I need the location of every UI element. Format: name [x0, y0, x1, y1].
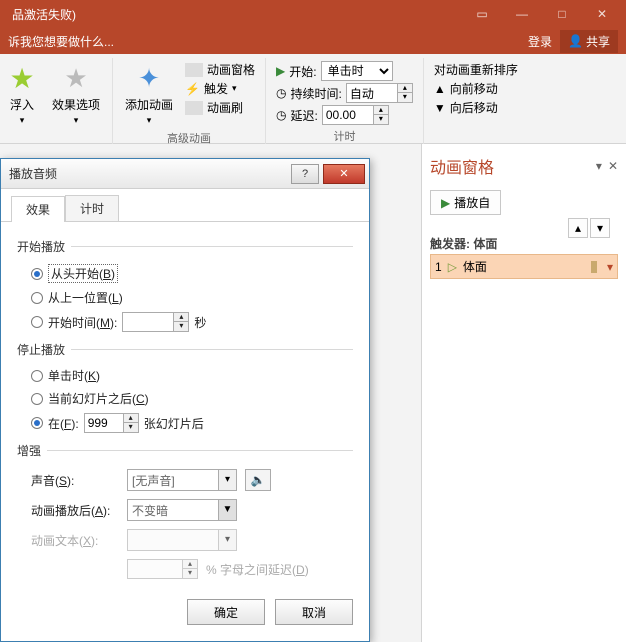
slides-spinner[interactable]: ▴▾	[84, 413, 139, 433]
radio-icon	[31, 370, 43, 382]
app-title-bar: 品激活失败) ▭ — □ ✕	[0, 0, 626, 28]
animation-pane-button[interactable]: 动画窗格	[183, 60, 257, 79]
ribbon-opts-icon[interactable]: ▭	[462, 0, 502, 28]
login-link[interactable]: 登录	[528, 33, 552, 50]
delay-icon: ◷	[276, 108, 286, 122]
speaker-icon: 🔈	[251, 473, 266, 487]
move-forward-button[interactable]: ▲ 向前移动	[432, 79, 520, 98]
dialog-tabs: 效果 计时	[1, 189, 369, 222]
ok-button[interactable]: 确定	[187, 599, 265, 625]
pane-close-icon[interactable]: ✕	[608, 159, 618, 173]
add-animation-button[interactable]: ✦ 添加动画 ▾	[121, 60, 177, 128]
pane-title: 动画窗格	[430, 154, 494, 178]
float-in-icon: ★	[9, 62, 34, 95]
fieldset-stop: 停止播放	[17, 341, 353, 358]
move-back-button[interactable]: ▼ 向后移动	[432, 98, 520, 117]
float-in-button[interactable]: ★ 浮入 ▾	[2, 60, 42, 128]
painter-icon	[185, 101, 203, 115]
sound-label: 声音(S):	[31, 472, 119, 489]
dialog-title-bar[interactable]: 播放音频 ? ✕	[1, 159, 369, 189]
sound-combo[interactable]: ▾	[127, 469, 237, 491]
ribbon-group-animation: ★ 浮入 ▾ ★ 效果选项 ▾	[0, 58, 113, 144]
share-button[interactable]: 👤 共享	[560, 30, 618, 53]
pane-down-button[interactable]: ▾	[590, 218, 610, 238]
tab-timing[interactable]: 计时	[65, 195, 119, 221]
ribbon-group-advanced: ✦ 添加动画 ▾ 动画窗格 ⚡ 触发 ▾ 动画刷 高级动	[113, 58, 266, 144]
anim-pane-icon	[185, 63, 203, 77]
trigger-button[interactable]: ⚡ 触发 ▾	[183, 79, 257, 98]
anim-text-combo: ▾	[127, 529, 237, 551]
start-time-spinner[interactable]: ▴▾	[122, 312, 189, 332]
close-icon[interactable]: ✕	[582, 0, 622, 28]
cancel-button[interactable]: 取消	[275, 599, 353, 625]
tell-me-bar: 诉我您想要做什么... 登录 👤 共享	[0, 28, 626, 54]
share-icon: 👤	[568, 34, 583, 48]
play-icon: ▶	[441, 196, 450, 210]
group-label-timing: 计时	[333, 126, 355, 146]
dialog-title: 播放音频	[9, 165, 291, 182]
minimize-icon[interactable]: —	[502, 0, 542, 28]
up-icon: ▲	[434, 82, 446, 96]
dialog-help-button[interactable]: ?	[291, 164, 319, 184]
start-label: 开始:	[289, 63, 316, 80]
tab-effect[interactable]: 效果	[11, 196, 65, 222]
radio-icon	[31, 292, 43, 304]
pane-opts-icon[interactable]: ▾	[596, 159, 602, 173]
maximize-icon[interactable]: □	[542, 0, 582, 28]
title-text: 品激活失败)	[4, 6, 462, 23]
letter-delay-spinner: ▴▾	[127, 559, 198, 579]
radio-icon	[31, 268, 43, 280]
radio-icon	[31, 316, 43, 328]
animation-pane: 动画窗格 ▾ ✕ ▶ 播放自 ▴ ▾ 触发器: 体面 1 ▷ 体面 ▾	[421, 144, 626, 642]
radio-from-beginning[interactable]: 从头开始(B)	[17, 261, 353, 286]
radio-icon	[31, 417, 43, 429]
pane-item[interactable]: 1 ▷ 体面 ▾	[430, 254, 618, 279]
item-menu-icon[interactable]: ▾	[607, 260, 613, 274]
group-label-advanced: 高级动画	[167, 128, 211, 148]
dropdown-icon: ▾	[20, 115, 25, 126]
ribbon-group-timing: ▶ 开始: 单击时 ◷ 持续时间: ▴▾ ◷ 延迟:	[266, 58, 424, 144]
add-anim-icon: ✦	[138, 63, 160, 94]
animation-painter-button[interactable]: 动画刷	[183, 98, 257, 117]
play-audio-dialog: 播放音频 ? ✕ 效果 计时 开始播放 从头开始(B) 从上一位置(L) 开始时…	[0, 158, 370, 642]
duration-label: 持续时间:	[291, 85, 342, 102]
item-play-icon: ▷	[448, 260, 457, 274]
after-anim-combo[interactable]: ▼	[127, 499, 237, 521]
radio-on-click[interactable]: 单击时(K)	[17, 364, 353, 387]
radio-from-last[interactable]: 从上一位置(L)	[17, 286, 353, 309]
duration-spinner[interactable]: ▴▾	[346, 83, 413, 103]
delay-spinner[interactable]: ▴▾	[322, 105, 389, 125]
play-icon: ▶	[276, 64, 285, 78]
trigger-icon: ⚡	[185, 82, 200, 96]
slides-after-label: 张幻灯片后	[144, 415, 204, 432]
item-bar	[591, 261, 597, 273]
delay-label: 延迟:	[291, 107, 318, 124]
tell-me-text[interactable]: 诉我您想要做什么...	[8, 33, 114, 50]
radio-after-n[interactable]: 在(F): ▴▾ 张幻灯片后	[17, 410, 353, 436]
fieldset-enhance: 增强	[17, 442, 353, 459]
ribbon: ★ 浮入 ▾ ★ 效果选项 ▾ ✦ 添加动画 ▾ 动画窗格	[0, 54, 626, 144]
after-anim-label: 动画播放后(A):	[31, 502, 119, 519]
anim-text-label: 动画文本(X):	[31, 532, 119, 549]
start-select[interactable]: 单击时	[321, 61, 393, 81]
play-from-button[interactable]: ▶ 播放自	[430, 190, 501, 215]
radio-icon	[31, 393, 43, 405]
item-name: 体面	[463, 258, 585, 275]
down-icon: ▼	[434, 101, 446, 115]
clock-icon: ◷	[276, 86, 286, 100]
effect-options-icon: ★	[64, 63, 87, 94]
pane-up-button[interactable]: ▴	[568, 218, 588, 238]
radio-start-time[interactable]: 开始时间(M): ▴▾ 秒	[17, 309, 353, 335]
letter-delay-label: % 字母之间延迟(D)	[206, 561, 309, 578]
dialog-close-button[interactable]: ✕	[323, 164, 365, 184]
reorder-label: 对动画重新排序	[432, 60, 520, 79]
effect-options-button[interactable]: ★ 效果选项 ▾	[48, 60, 104, 128]
fieldset-start: 开始播放	[17, 238, 353, 255]
item-number: 1	[435, 260, 442, 274]
ribbon-group-reorder: 对动画重新排序 ▲ 向前移动 ▼ 向后移动	[424, 58, 528, 144]
seconds-label: 秒	[194, 314, 206, 331]
radio-after-current[interactable]: 当前幻灯片之后(C)	[17, 387, 353, 410]
sound-preview-button[interactable]: 🔈	[245, 469, 271, 491]
